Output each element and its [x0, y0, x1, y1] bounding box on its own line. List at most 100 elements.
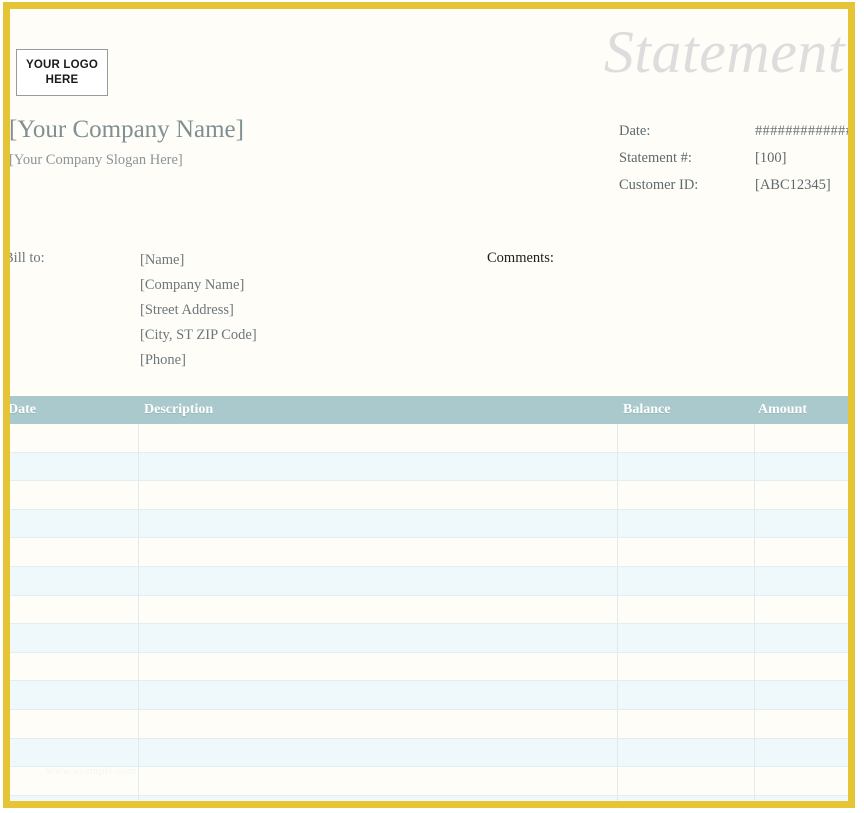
table-row[interactable]: [10, 652, 848, 682]
info-label: Date:: [619, 123, 651, 139]
cell-amount[interactable]: [754, 595, 848, 624]
cell-amount[interactable]: [754, 624, 848, 652]
cell-amount[interactable]: [754, 424, 848, 452]
cell-description[interactable]: [138, 795, 617, 801]
cell-description[interactable]: [138, 624, 617, 652]
cell-amount[interactable]: [754, 509, 848, 538]
cell-date[interactable]: [10, 453, 138, 481]
company-name[interactable]: [Your Company Name]: [10, 115, 244, 145]
cell-date[interactable]: [10, 510, 138, 538]
cell-balance[interactable]: [617, 624, 754, 652]
table-header-row: Date Description Balance Amount: [10, 396, 848, 424]
cell-date[interactable]: [10, 481, 138, 509]
cell-amount[interactable]: [754, 566, 848, 595]
cell-date[interactable]: [10, 596, 138, 624]
bill-to-line[interactable]: [Company Name]: [140, 275, 257, 300]
cell-balance[interactable]: [617, 652, 754, 681]
logo-line-2: HERE: [45, 73, 79, 86]
cell-balance[interactable]: [617, 538, 754, 566]
cell-amount[interactable]: [754, 652, 848, 681]
bill-to-line[interactable]: [City, ST ZIP Code]: [140, 325, 257, 350]
cell-date[interactable]: [10, 538, 138, 566]
cell-date[interactable]: [10, 624, 138, 652]
table-row[interactable]: [10, 738, 848, 768]
cell-description[interactable]: [138, 452, 617, 481]
table-row[interactable]: [10, 709, 848, 739]
cell-date[interactable]: [10, 653, 138, 681]
statement-page: YOUR LOGO HERE Statement [Your Company N…: [0, 0, 864, 813]
info-value[interactable]: ##############: [755, 123, 848, 140]
table-row[interactable]: [10, 767, 848, 796]
table-row[interactable]: [10, 538, 848, 567]
info-row: Customer ID: [ABC12345]: [619, 177, 848, 204]
statement-table: Date Description Balance Amount: [10, 396, 848, 801]
page-border: YOUR LOGO HERE Statement [Your Company N…: [3, 2, 855, 808]
cell-amount[interactable]: [754, 767, 848, 795]
cell-date[interactable]: [10, 681, 138, 709]
cell-balance[interactable]: [617, 681, 754, 709]
info-value[interactable]: [100]: [755, 150, 786, 167]
cell-description[interactable]: [138, 424, 617, 452]
cell-description[interactable]: [138, 566, 617, 595]
cell-amount[interactable]: [754, 481, 848, 509]
cell-description[interactable]: [138, 709, 617, 738]
table-row[interactable]: [10, 481, 848, 510]
cell-description[interactable]: [138, 595, 617, 624]
cell-balance[interactable]: [617, 452, 754, 481]
column-header-balance[interactable]: Balance: [623, 402, 670, 418]
info-label: Customer ID:: [619, 177, 699, 193]
bill-to-line[interactable]: [Street Address]: [140, 300, 257, 325]
page-title: Statement: [603, 19, 845, 85]
cell-description[interactable]: [138, 738, 617, 767]
comments-label: Comments:: [487, 250, 554, 266]
info-value[interactable]: [ABC12345]: [755, 177, 831, 194]
cell-amount[interactable]: [754, 795, 848, 801]
cell-balance[interactable]: [617, 595, 754, 624]
column-header-description[interactable]: Description: [144, 402, 213, 418]
info-label: Statement #:: [619, 150, 692, 166]
cell-description[interactable]: [138, 481, 617, 509]
company-slogan[interactable]: [Your Company Slogan Here]: [10, 151, 183, 169]
cell-balance[interactable]: [617, 566, 754, 595]
cell-balance[interactable]: [617, 738, 754, 767]
cell-amount[interactable]: [754, 681, 848, 709]
cell-description[interactable]: [138, 681, 617, 709]
cell-description[interactable]: [138, 652, 617, 681]
statement-info-block: Date: ############## Statement #: [100] Cust…: [619, 123, 848, 204]
table-row[interactable]: [10, 595, 848, 625]
cell-date[interactable]: [10, 710, 138, 738]
table-row[interactable]: [10, 795, 848, 801]
bill-to-line[interactable]: [Name]: [140, 250, 257, 275]
column-header-date[interactable]: Date: [10, 402, 36, 418]
table-row[interactable]: [10, 566, 848, 596]
cell-amount[interactable]: [754, 538, 848, 566]
cell-description[interactable]: [138, 767, 617, 795]
cell-date[interactable]: [10, 767, 138, 795]
cell-balance[interactable]: [617, 767, 754, 795]
cell-balance[interactable]: [617, 795, 754, 801]
table-row[interactable]: [10, 452, 848, 482]
column-header-amount[interactable]: Amount: [758, 402, 807, 418]
cell-description[interactable]: [138, 538, 617, 566]
cell-balance[interactable]: [617, 424, 754, 452]
table-row[interactable]: [10, 424, 848, 453]
cell-date[interactable]: [10, 796, 138, 801]
table-row[interactable]: [10, 624, 848, 653]
cell-balance[interactable]: [617, 709, 754, 738]
cell-date[interactable]: [10, 424, 138, 452]
cell-date[interactable]: [10, 739, 138, 767]
cell-description[interactable]: [138, 509, 617, 538]
cell-date[interactable]: [10, 567, 138, 595]
info-row: Date: ##############: [619, 123, 848, 150]
cell-amount[interactable]: [754, 738, 848, 767]
bill-to-line[interactable]: [Phone]: [140, 350, 257, 375]
cell-amount[interactable]: [754, 709, 848, 738]
bill-to-address: [Name] [Company Name] [Street Address] [Cit…: [140, 250, 257, 375]
logo-placeholder[interactable]: YOUR LOGO HERE: [16, 49, 108, 96]
page-sheet: YOUR LOGO HERE Statement [Your Company N…: [10, 9, 848, 801]
cell-amount[interactable]: [754, 452, 848, 481]
table-row[interactable]: [10, 509, 848, 539]
cell-balance[interactable]: [617, 509, 754, 538]
cell-balance[interactable]: [617, 481, 754, 509]
table-row[interactable]: [10, 681, 848, 710]
